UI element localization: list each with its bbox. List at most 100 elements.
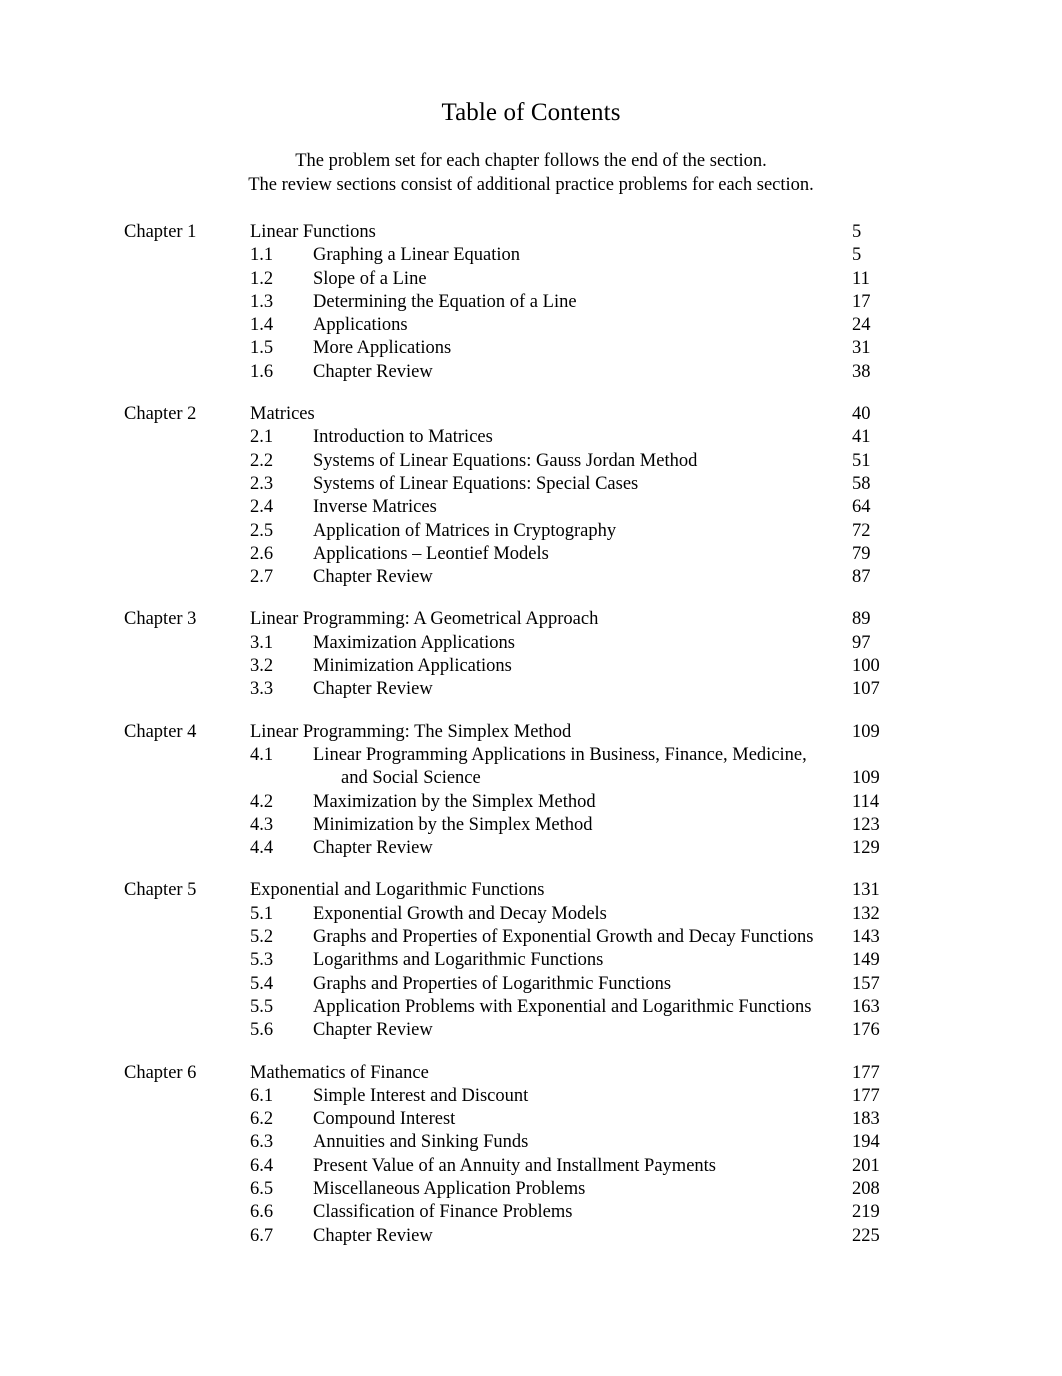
section-title: Chapter Review	[313, 838, 433, 859]
section-title: Exponential Growth and Decay Models	[313, 903, 607, 924]
chapter-label: Chapter 1	[124, 222, 197, 242]
section-page-number: 183	[852, 1109, 880, 1130]
section-row[interactable]: 1.6 Chapter Review 38	[0, 361, 1062, 384]
section-row[interactable]: 4.2 Maximization by the Simplex Method 114	[0, 791, 1062, 814]
section-row[interactable]: 2.7 Chapter Review 87	[0, 566, 1062, 589]
section-number: 2.5	[250, 520, 274, 541]
section-number: 1.3	[250, 291, 274, 312]
chapter-title: Matrices	[250, 404, 315, 425]
section-page-number: 87	[852, 567, 871, 588]
section-row[interactable]: 3.3 Chapter Review 107	[0, 678, 1062, 701]
chapter-page-number: 109	[852, 721, 880, 742]
section-row[interactable]: 5.4 Graphs and Properties of Logarithmic …	[0, 973, 1062, 996]
section-row[interactable]: 2.5 Application of Matrices in Cryptograp…	[0, 520, 1062, 543]
section-page-number: 177	[852, 1085, 880, 1106]
chapter-row[interactable]: Chapter 1 Linear Functions 5	[0, 221, 1062, 244]
chapter-title: Mathematics of Finance	[250, 1062, 429, 1083]
chapter-label: Chapter 3	[124, 609, 197, 630]
section-title: Chapter Review	[313, 567, 433, 588]
chapter-row[interactable]: Chapter 2 Matrices 40	[0, 403, 1062, 426]
section-number: 6.4	[250, 1155, 274, 1176]
section-row[interactable]: 2.4 Inverse Matrices 64	[0, 496, 1062, 519]
section-row[interactable]: 5.3 Logarithms and Logarithmic Functions 1…	[0, 949, 1062, 972]
section-number: 3.3	[250, 679, 274, 700]
section-page-number: 194	[852, 1132, 880, 1153]
section-number: 6.7	[250, 1225, 274, 1246]
section-row[interactable]: 1.4 Applications 24	[0, 314, 1062, 337]
section-title: Maximization Applications	[313, 632, 515, 653]
section-row[interactable]: 1.5 More Applications 31	[0, 337, 1062, 360]
section-title: Inverse Matrices	[313, 497, 437, 518]
section-title: Simple Interest and Discount	[313, 1085, 529, 1106]
section-page-number: 225	[852, 1225, 880, 1246]
section-title: Determining the Equation of a Line	[313, 291, 577, 312]
section-row[interactable]: 2.3 Systems of Linear Equations: Special …	[0, 473, 1062, 496]
section-page-number: 5	[852, 245, 862, 266]
section-row[interactable]: 6.6 Classification of Finance Problems 219	[0, 1201, 1062, 1224]
section-title: Slope of a Line	[313, 268, 427, 289]
section-number: 5.6	[250, 1020, 274, 1041]
section-row[interactable]: 3.2 Minimization Applications 100	[0, 655, 1062, 678]
section-row[interactable]: 2.2 Systems of Linear Equations: Gauss Jo…	[0, 450, 1062, 473]
section-row[interactable]: 4.4 Chapter Review 129	[0, 837, 1062, 860]
section-row[interactable]: 4.3 Minimization by the Simplex Method 123	[0, 814, 1062, 837]
chapter-block: Chapter 5 Exponential and Logarithmic Fun…	[0, 879, 1062, 1042]
chapter-row[interactable]: Chapter 4 Linear Programming: The Simplex…	[0, 721, 1062, 744]
section-row[interactable]: 5.2 Graphs and Properties of Exponential …	[0, 926, 1062, 949]
section-title: Compound Interest	[313, 1109, 456, 1130]
section-number: 6.5	[250, 1178, 274, 1199]
section-title: Classification of Finance Problems	[313, 1202, 573, 1223]
section-page-number: 114	[852, 791, 880, 812]
section-row[interactable]: 5.5 Application Problems with Exponential…	[0, 996, 1062, 1019]
section-title: Chapter Review	[313, 361, 433, 382]
section-row[interactable]: 1.3 Determining the Equation of a Line 17	[0, 291, 1062, 314]
section-row[interactable]: 6.1 Simple Interest and Discount 177	[0, 1085, 1062, 1108]
section-page-number: 64	[852, 497, 871, 518]
section-title: Logarithms and Logarithmic Functions	[313, 950, 604, 971]
section-row[interactable]: 4.1 Linear Programming Applications in Bu…	[0, 744, 1062, 767]
section-row[interactable]: 5.1 Exponential Growth and Decay Models 13…	[0, 903, 1062, 926]
section-page-number: 38	[852, 361, 871, 382]
section-row[interactable]: 6.3 Annuities and Sinking Funds 194	[0, 1131, 1062, 1154]
chapter-block: Chapter 2 Matrices 40 2.1 Introduction to Ma…	[0, 403, 1062, 589]
section-number: 4.4	[250, 838, 274, 859]
chapter-label: Chapter 6	[124, 1062, 197, 1083]
section-title: Maximization by the Simplex Method	[313, 791, 596, 812]
section-number: 5.4	[250, 973, 274, 994]
section-page-number: 201	[852, 1155, 880, 1176]
section-page-number: 129	[852, 838, 880, 859]
section-row[interactable]: 6.2 Compound Interest 183	[0, 1108, 1062, 1131]
section-row[interactable]: 2.6 Applications – Leontief Models 79	[0, 543, 1062, 566]
section-row[interactable]: 1.2 Slope of a Line 11	[0, 268, 1062, 291]
chapter-title: Exponential and Logarithmic Functions	[250, 880, 545, 901]
page-title: Table of Contents	[441, 99, 621, 126]
section-page-number: 97	[852, 632, 871, 653]
section-number: 1.1	[250, 245, 274, 266]
chapter-row[interactable]: Chapter 6 Mathematics of Finance 177	[0, 1062, 1062, 1085]
section-page-number: 72	[852, 520, 871, 541]
section-row-continuation[interactable]: and Social Science 109	[0, 767, 1062, 790]
section-number: 4.2	[250, 791, 274, 812]
section-page-number: 24	[852, 315, 871, 336]
chapter-page-number: 40	[852, 404, 871, 425]
section-title: Chapter Review	[313, 1020, 433, 1041]
section-row[interactable]: 6.4 Present Value of an Annuity and Insta…	[0, 1155, 1062, 1178]
section-row[interactable]: 1.1 Graphing a Linear Equation 5	[0, 244, 1062, 267]
section-title: Graphs and Properties of Exponential Gro…	[313, 927, 814, 948]
section-page-number: 123	[852, 814, 880, 835]
section-row[interactable]: 3.1 Maximization Applications 97	[0, 632, 1062, 655]
section-row[interactable]: 2.1 Introduction to Matrices 41	[0, 426, 1062, 449]
section-page-number: 100	[852, 656, 880, 677]
section-page-number: 41	[852, 427, 871, 448]
section-title: Linear Programming Applications in Busin…	[313, 744, 807, 765]
section-title: Graphs and Properties of Logarithmic Fun…	[313, 973, 672, 994]
section-row[interactable]: 6.7 Chapter Review 225	[0, 1225, 1062, 1248]
chapter-row[interactable]: Chapter 5 Exponential and Logarithmic Fun…	[0, 879, 1062, 902]
section-row[interactable]: 6.5 Miscellaneous Application Problems 208	[0, 1178, 1062, 1201]
section-number: 5.1	[250, 903, 274, 924]
subtitle-line-2: The review sections consist of additiona…	[248, 175, 814, 195]
section-number: 5.3	[250, 950, 274, 971]
chapter-block: Chapter 4 Linear Programming: The Simplex…	[0, 721, 1062, 861]
chapter-row[interactable]: Chapter 3 Linear Programming: A Geometric…	[0, 608, 1062, 631]
section-row[interactable]: 5.6 Chapter Review 176	[0, 1019, 1062, 1042]
